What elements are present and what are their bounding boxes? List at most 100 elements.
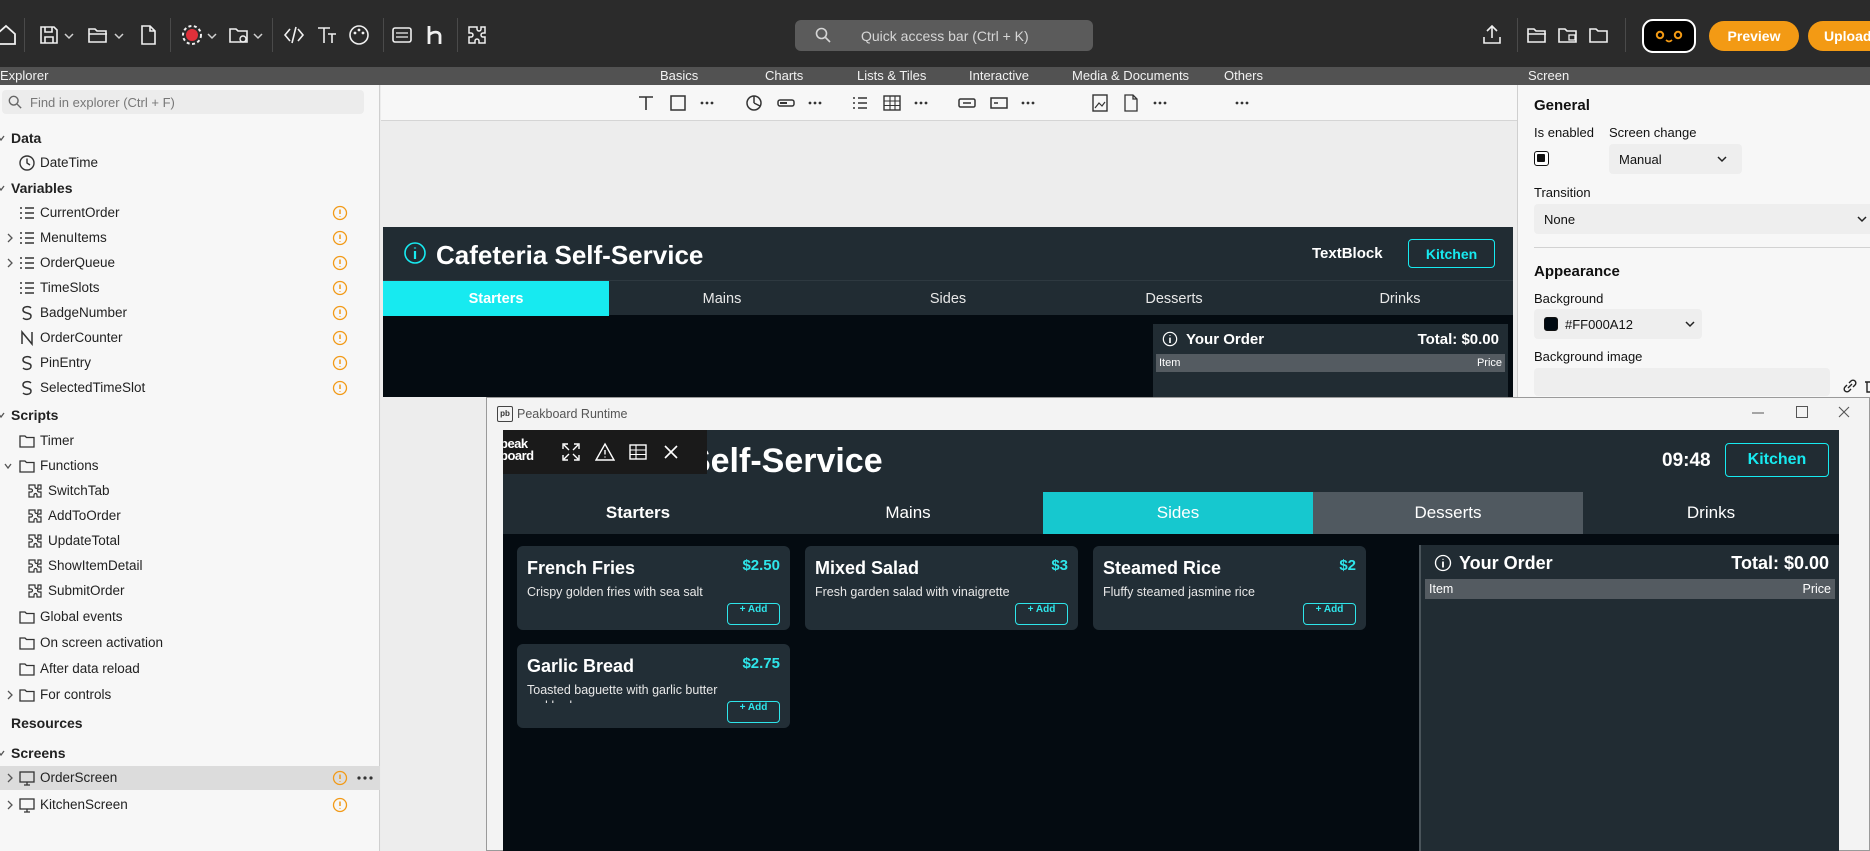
hub-h-icon[interactable] <box>423 23 447 47</box>
fullscreen-icon[interactable] <box>561 442 581 462</box>
transition-select[interactable]: None <box>1534 204 1870 234</box>
add-button[interactable]: + Add <box>727 701 780 723</box>
folder-icon[interactable] <box>1587 23 1611 47</box>
runtime-tab-desserts[interactable]: Desserts <box>1313 492 1583 534</box>
warning-info-icon[interactable] <box>332 380 348 396</box>
new-file-icon[interactable] <box>136 23 160 47</box>
delete-icon[interactable] <box>1864 377 1870 395</box>
more-options-icon[interactable] <box>356 769 374 787</box>
warning-info-icon[interactable] <box>332 280 348 296</box>
explorer-item-submitorder[interactable]: SubmitOrder <box>0 579 380 603</box>
table-control-icon[interactable] <box>882 93 902 113</box>
ribbon-tab-others[interactable]: Others <box>1224 68 1263 83</box>
chevron-down-icon[interactable] <box>0 183 5 193</box>
chevron-right-icon[interactable] <box>6 233 14 243</box>
folder-network-icon[interactable] <box>1556 23 1580 47</box>
explorer-item-after-data-reload[interactable]: After data reload <box>0 657 380 681</box>
menu-card-french-fries[interactable]: French Fries $2.50 Crispy golden fries w… <box>517 546 790 630</box>
runtime-tab-sides[interactable]: Sides <box>1043 492 1313 534</box>
text-control-icon[interactable] <box>636 93 656 113</box>
ribbon-tab-basics[interactable]: Basics <box>660 68 698 83</box>
runtime-tab-mains[interactable]: Mains <box>773 492 1043 534</box>
add-button[interactable]: + Add <box>1015 603 1068 625</box>
explorer-item-currentorder[interactable]: CurrentOrder <box>0 201 380 225</box>
add-button[interactable]: + Add <box>1303 603 1356 625</box>
explorer-item-addtoorder[interactable]: AddToOrder <box>0 504 380 528</box>
chevron-down-icon[interactable] <box>253 31 263 41</box>
explorer-item-orderqueue[interactable]: OrderQueue <box>0 251 380 275</box>
save-icon[interactable] <box>37 23 61 47</box>
explorer-item-switchtab[interactable]: SwitchTab <box>0 479 380 503</box>
extension-icon[interactable] <box>465 23 489 47</box>
data-table-icon[interactable] <box>628 442 648 462</box>
more-icon[interactable] <box>1150 93 1170 113</box>
explorer-item-datetime[interactable]: DateTime <box>0 151 380 175</box>
minimize-icon[interactable] <box>1752 412 1764 414</box>
text-format-icon[interactable] <box>315 23 339 47</box>
chevron-down-icon[interactable] <box>4 461 12 471</box>
explorer-item-updatetotal[interactable]: UpdateTotal <box>0 529 380 553</box>
warning-info-icon[interactable] <box>332 205 348 221</box>
runtime-tab-drinks[interactable]: Drinks <box>1583 492 1839 534</box>
sql-icon[interactable] <box>390 23 414 47</box>
explorer-search-input[interactable]: Find in explorer (Ctrl + F) <box>2 90 364 114</box>
warning-icon[interactable] <box>595 442 615 462</box>
design-tab-starters[interactable]: Starters <box>383 281 609 316</box>
explorer-item-kitchenscreen[interactable]: KitchenScreen <box>0 793 380 817</box>
close-icon[interactable] <box>662 443 680 461</box>
close-icon[interactable] <box>1838 406 1850 418</box>
warning-info-icon[interactable] <box>332 305 348 321</box>
warning-info-icon[interactable] <box>332 230 348 246</box>
image-control-icon[interactable] <box>1090 93 1110 113</box>
pdf-control-icon[interactable] <box>1121 93 1141 113</box>
debug-gear-icon[interactable] <box>180 23 204 47</box>
warning-info-icon[interactable] <box>332 770 348 786</box>
menu-card-garlic-bread[interactable]: Garlic Bread $2.75 Toasted baguette with… <box>517 644 790 728</box>
code-icon[interactable] <box>282 23 306 47</box>
more-icon[interactable] <box>805 93 825 113</box>
add-button[interactable]: + Add <box>727 603 780 625</box>
list-control-icon[interactable] <box>850 93 870 113</box>
more-icon[interactable] <box>697 93 717 113</box>
explorer-section-resources[interactable]: Resources <box>0 711 380 735</box>
explorer-section-scripts[interactable]: Scripts <box>0 403 380 427</box>
chevron-right-icon[interactable] <box>6 258 14 268</box>
warning-info-icon[interactable] <box>332 355 348 371</box>
preview-button[interactable]: Preview <box>1709 21 1799 51</box>
home-icon[interactable] <box>0 23 18 47</box>
explorer-item-pinentry[interactable]: PinEntry <box>0 351 380 375</box>
explorer-section-variables[interactable]: Variables <box>0 176 380 200</box>
link-icon[interactable] <box>1841 377 1859 395</box>
explorer-item-functions[interactable]: Functions <box>0 454 380 478</box>
explorer-item-timer[interactable]: Timer <box>0 429 380 453</box>
ribbon-tab-lists-tiles[interactable]: Lists & Tiles <box>857 68 926 83</box>
palette-icon[interactable] <box>347 23 371 47</box>
chevron-down-icon[interactable] <box>0 410 5 420</box>
chevron-right-icon[interactable] <box>6 773 14 783</box>
rectangle-control-icon[interactable] <box>668 93 688 113</box>
pie-chart-icon[interactable] <box>744 93 764 113</box>
explorer-item-selectedtimeslot[interactable]: SelectedTimeSlot <box>0 376 380 400</box>
explorer-item-for-controls[interactable]: For controls <box>0 683 380 707</box>
chevron-down-icon[interactable] <box>114 31 124 41</box>
maximize-icon[interactable] <box>1796 406 1808 418</box>
design-tab-desserts[interactable]: Desserts <box>1061 281 1287 316</box>
screen-change-select[interactable]: Manual <box>1609 144 1742 174</box>
folder-open-icon[interactable] <box>1525 23 1549 47</box>
design-tab-sides[interactable]: Sides <box>835 281 1061 316</box>
chevron-down-icon[interactable] <box>0 748 5 758</box>
menu-card-steamed-rice[interactable]: Steamed Rice $2 Fluffy steamed jasmine r… <box>1093 546 1366 630</box>
quick-access-bar[interactable]: Quick access bar (Ctrl + K) <box>795 20 1093 51</box>
chevron-down-icon[interactable] <box>0 133 5 143</box>
warning-info-icon[interactable] <box>332 797 348 813</box>
ribbon-tab-charts[interactable]: Charts <box>765 68 803 83</box>
explorer-item-on-screen-activation[interactable]: On screen activation <box>0 631 380 655</box>
warning-info-icon[interactable] <box>332 330 348 346</box>
warning-info-icon[interactable] <box>332 255 348 271</box>
explorer-section-data[interactable]: Data <box>0 126 380 150</box>
button-control-icon[interactable] <box>957 93 977 113</box>
settings-folder-icon[interactable] <box>227 23 251 47</box>
explorer-item-timeslots[interactable]: TimeSlots <box>0 276 380 300</box>
explorer-item-global-events[interactable]: Global events <box>0 605 380 629</box>
chevron-right-icon[interactable] <box>6 690 14 700</box>
